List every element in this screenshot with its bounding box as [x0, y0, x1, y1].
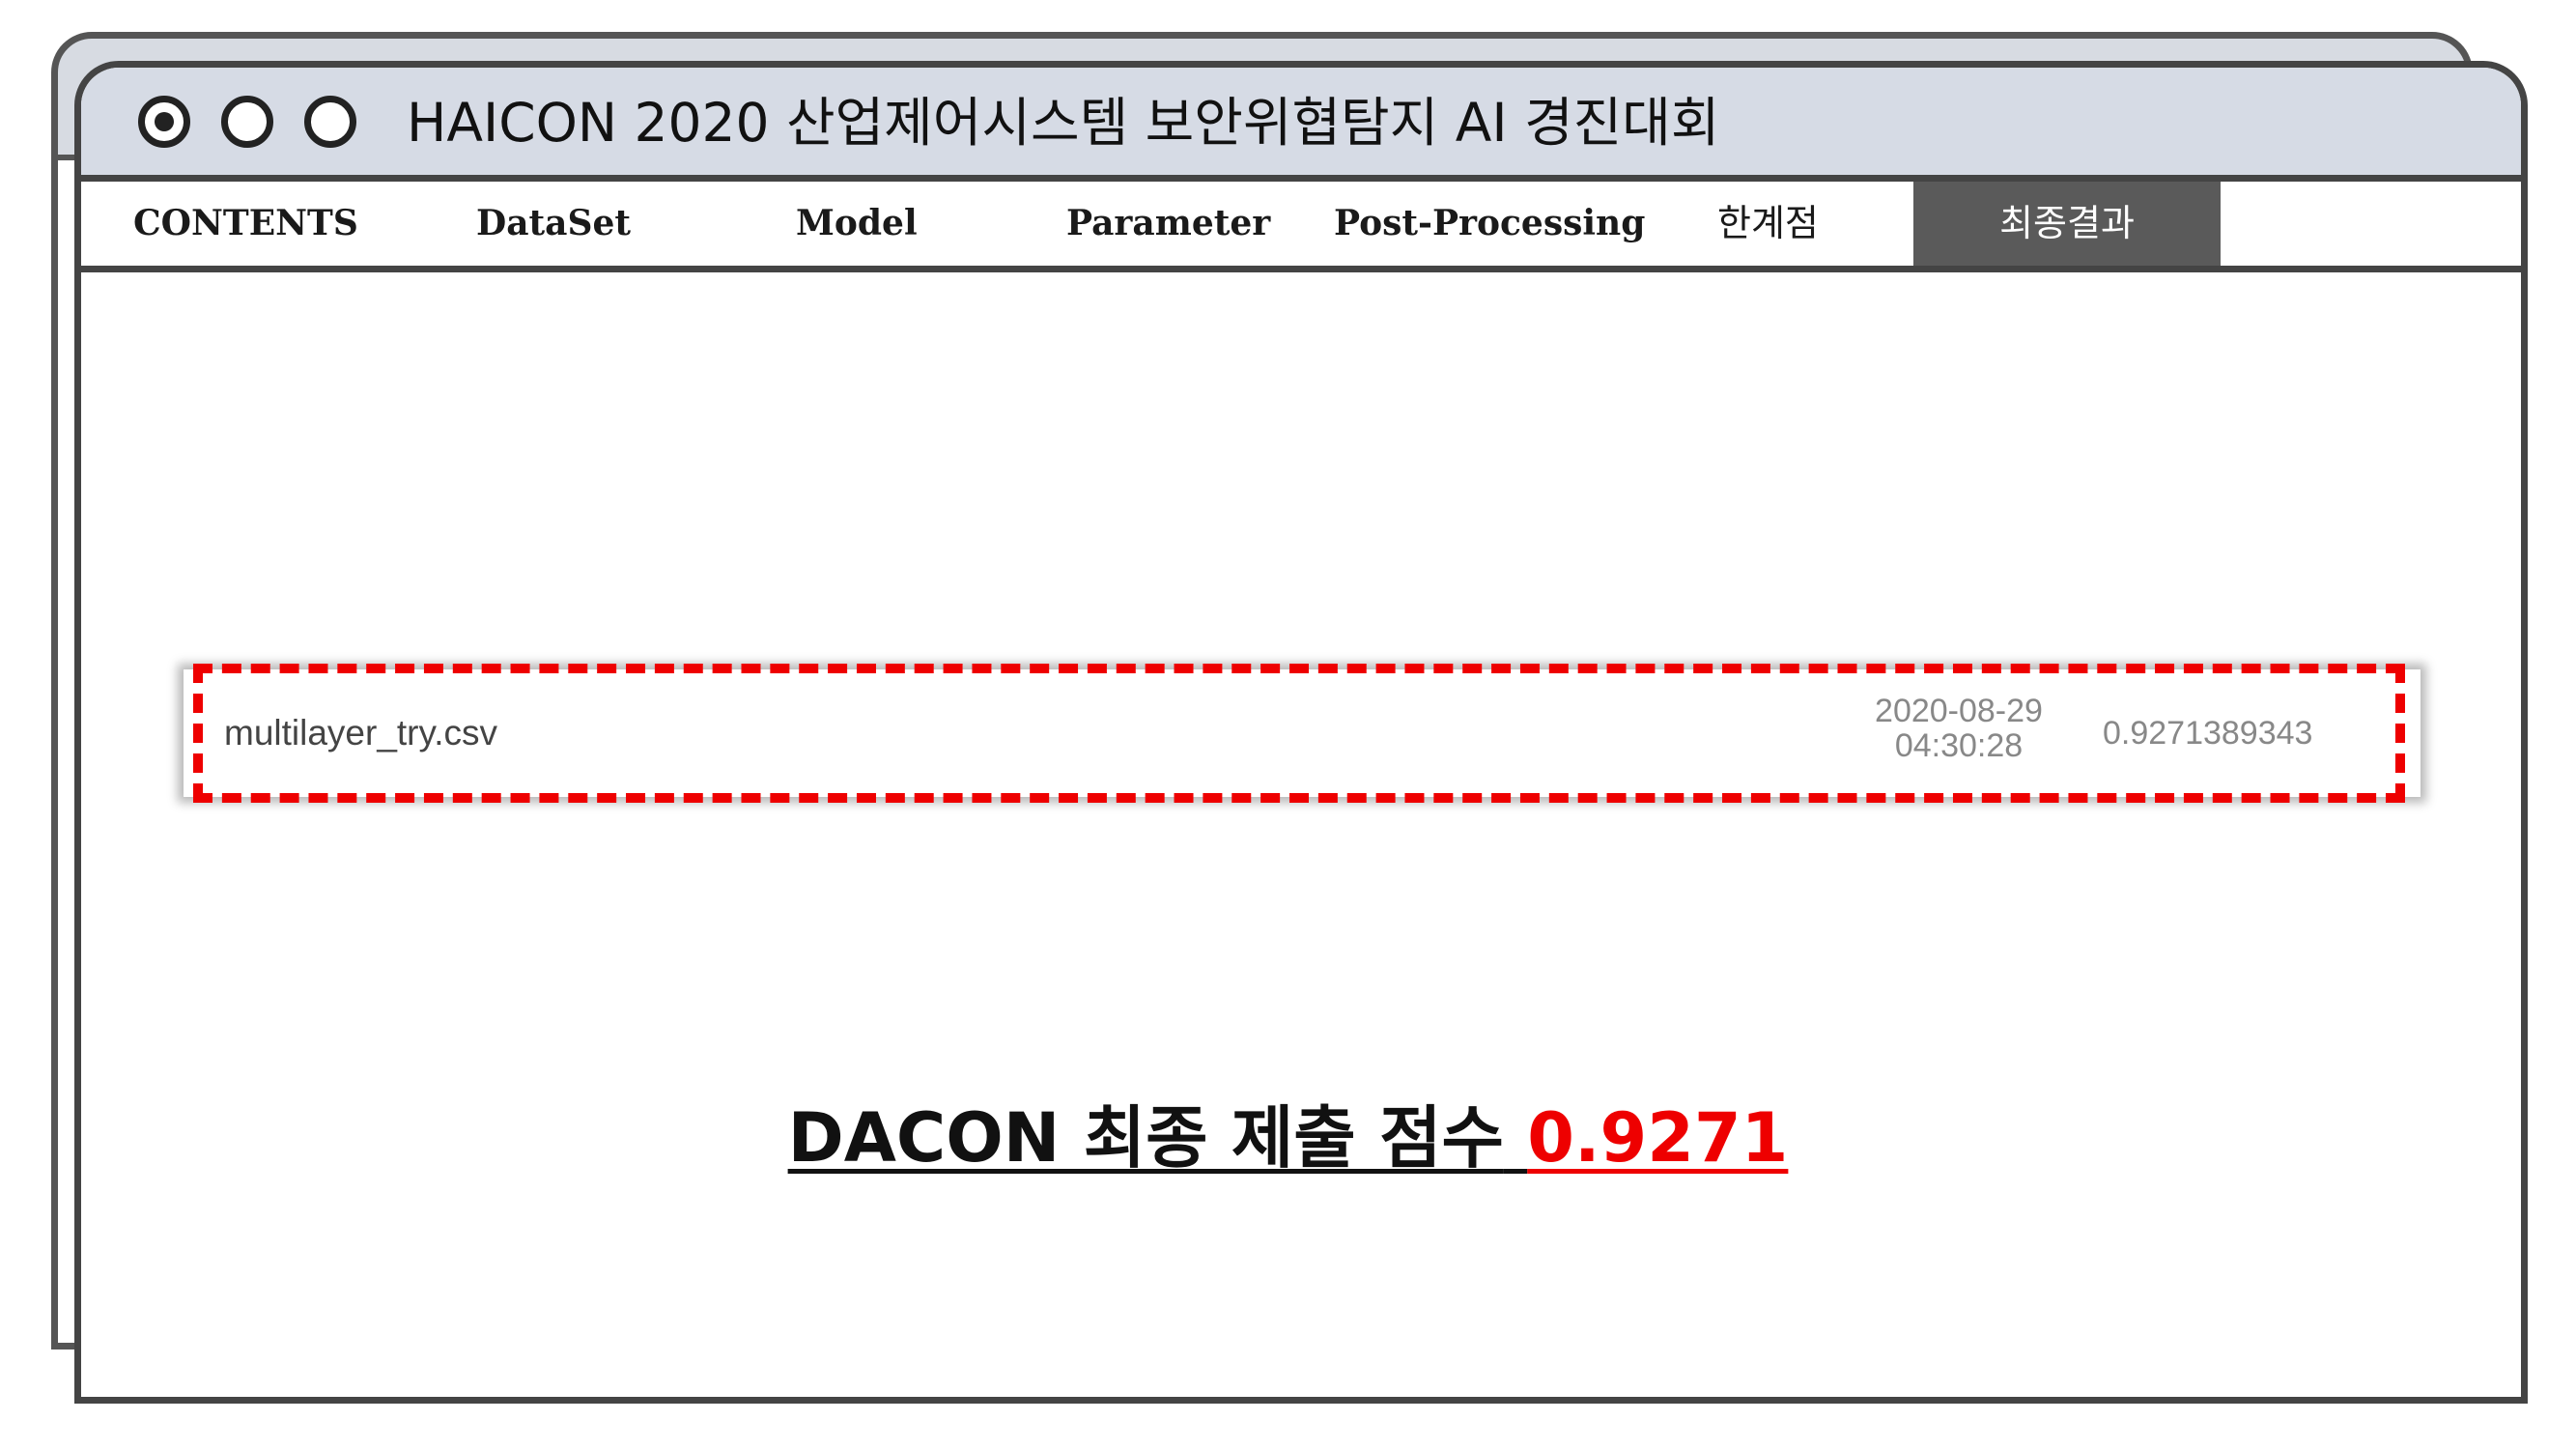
final-score-value: 0.9271	[1527, 1098, 1789, 1178]
submission-time: 04:30:28	[1894, 727, 2024, 764]
submission-row	[184, 669, 2420, 797]
title-bar: HAICON 2020 산업제어시스템 보안위협탐지 AI 경진대회	[81, 68, 2521, 182]
radio-dot-icon	[155, 112, 174, 131]
submission-date: 2020-08-29	[1875, 693, 2043, 729]
window-control-button[interactable]	[304, 96, 356, 148]
nav-bar: CONTENTS DataSet Model Parameter Post-Pr…	[81, 182, 2521, 272]
window-title: HAICON 2020 산업제어시스템 보안위협탐지 AI 경진대회	[407, 92, 1720, 154]
window-control-button[interactable]	[221, 96, 273, 148]
nav-item-limitations[interactable]: 한계점	[1717, 182, 1819, 266]
submission-datetime: 2020-08-29 04:30:28	[1853, 694, 2065, 763]
nav-item-contents[interactable]: CONTENTS	[133, 182, 358, 266]
content-area	[81, 272, 2521, 1397]
submission-filename[interactable]: multilayer_try.csv	[224, 713, 497, 753]
nav-item-final-results[interactable]: 최종결과	[1913, 182, 2221, 266]
nav-item-model[interactable]: Model	[796, 182, 918, 266]
nav-item-dataset[interactable]: DataSet	[476, 182, 631, 266]
nav-item-parameter[interactable]: Parameter	[1066, 182, 1270, 266]
final-score-label: DACON 최종 제출 점수	[787, 1098, 1504, 1178]
submission-score: 0.9271389343	[2103, 715, 2313, 752]
nav-item-post-processing[interactable]: Post-Processing	[1334, 182, 1645, 266]
window-control-selected[interactable]	[138, 96, 190, 148]
final-score-heading: DACON 최종 제출 점수 0.9271	[0, 1084, 2576, 1181]
